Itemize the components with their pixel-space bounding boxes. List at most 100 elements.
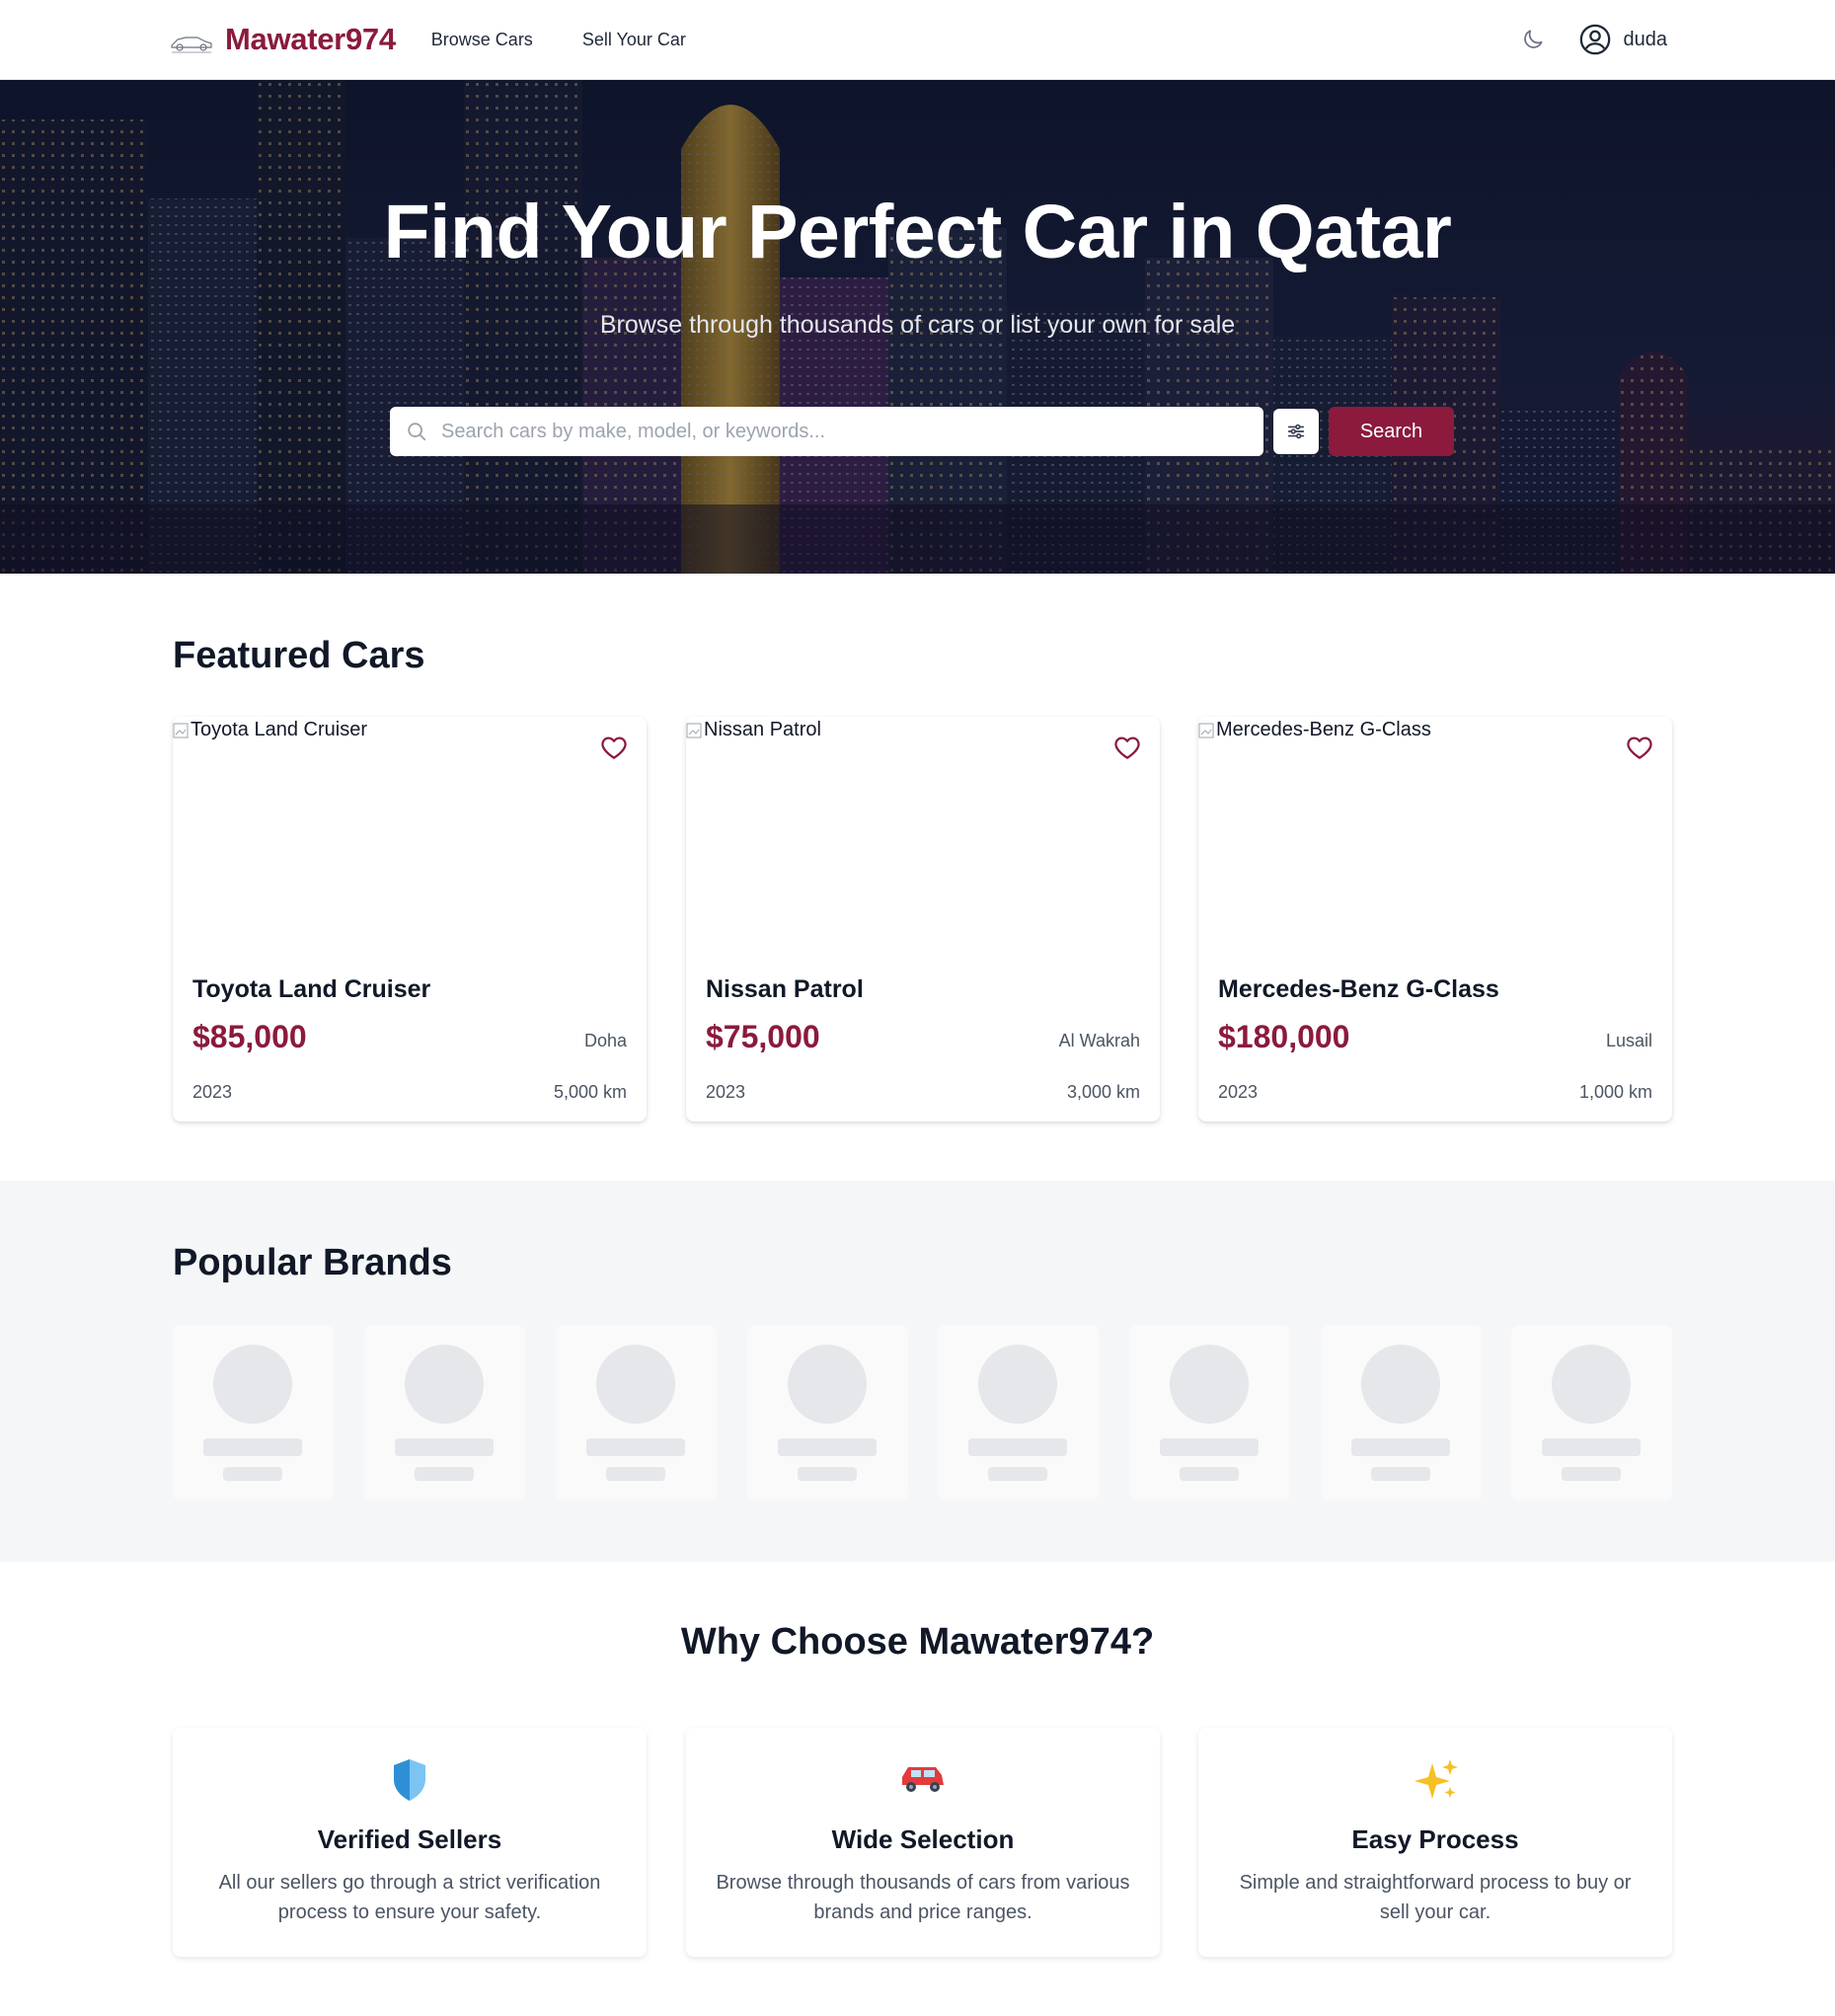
hero-search: Search: [390, 406, 1456, 457]
featured-cars-section: Featured Cars Toyota Land Cruiser Toyota…: [0, 574, 1835, 1181]
search-icon: [408, 423, 426, 441]
skeleton-line: [395, 1438, 494, 1456]
hero-title: Find Your Perfect Car in Qatar: [383, 190, 1452, 274]
sliders-icon: [1287, 424, 1305, 439]
main-nav: Browse Cars Sell Your Car: [431, 30, 686, 50]
car-image-alt: Toyota Land Cruiser: [173, 719, 367, 741]
car-card[interactable]: Mercedes-Benz G-Class Mercedes-Benz G-Cl…: [1198, 717, 1672, 1122]
brand-skeleton: [1511, 1325, 1672, 1501]
brand-name: Mawater974: [225, 22, 396, 56]
feature-icon: [686, 1757, 1160, 1807]
car-card[interactable]: Toyota Land Cruiser Toyota Land Cruiser …: [173, 717, 647, 1122]
car-price: $180,000: [1218, 1019, 1350, 1054]
user-circle-icon: [1579, 24, 1610, 55]
why-choose-section: Why Choose Mawater974? Verified Sellers …: [0, 1562, 1835, 2016]
car-image-alt: Mercedes-Benz G-Class: [1198, 719, 1431, 741]
why-choose-title: Why Choose Mawater974?: [680, 1621, 1155, 1663]
brand-skeleton: [1129, 1325, 1290, 1501]
skeleton-logo: [596, 1345, 675, 1424]
user-menu[interactable]: duda: [1578, 23, 1668, 56]
car-mileage: 1,000 km: [1578, 1082, 1652, 1102]
skeleton-logo: [788, 1345, 867, 1424]
car-year: 2023: [706, 1082, 746, 1102]
search-input[interactable]: [439, 419, 1233, 444]
skeleton-logo: [405, 1345, 484, 1424]
car-year: 2023: [1218, 1082, 1259, 1102]
car-mileage: 3,000 km: [1066, 1082, 1140, 1102]
car-year: 2023: [192, 1082, 233, 1102]
car-image: Mercedes-Benz G-Class: [1198, 717, 1672, 964]
feature-card: Easy Process Simple and straightforward …: [1198, 1728, 1672, 1957]
car-name: Toyota Land Cruiser: [192, 975, 431, 1003]
nav-sell-your-car[interactable]: Sell Your Car: [582, 30, 686, 50]
feature-card: Wide Selection Browse through thousands …: [686, 1728, 1160, 1957]
brand-skeleton: [938, 1325, 1099, 1501]
skeleton-line: [606, 1467, 665, 1481]
feature-title: Easy Process: [1351, 1824, 1519, 1854]
skeleton-logo: [213, 1345, 292, 1424]
skeleton-line: [968, 1438, 1067, 1456]
nav-browse-cars[interactable]: Browse Cars: [431, 30, 533, 50]
brand-skeleton: [747, 1325, 908, 1501]
broken-image-icon: [173, 723, 189, 737]
popular-brands-title: Popular Brands: [173, 1242, 452, 1283]
filter-button[interactable]: [1273, 409, 1319, 454]
skeleton-line: [1542, 1438, 1641, 1456]
heart-icon[interactable]: [599, 733, 629, 762]
skeleton-logo: [1170, 1345, 1249, 1424]
brand-link[interactable]: Mawater974: [168, 22, 396, 57]
skeleton-line: [988, 1467, 1047, 1481]
site-header: Mawater974 Browse Cars Sell Your Car dud…: [0, 0, 1835, 80]
feature-description: Simple and straightforward process to bu…: [1239, 1872, 1632, 1923]
heart-icon[interactable]: [1112, 733, 1142, 762]
skeleton-line: [415, 1467, 474, 1481]
brand-skeleton-grid: [173, 1325, 1672, 1503]
hero-content: Find Your Perfect Car in Qatar Browse th…: [0, 80, 1835, 574]
car-card[interactable]: Nissan Patrol Nissan Patrol $75,000 Al W…: [686, 717, 1160, 1122]
skeleton-line: [223, 1467, 282, 1481]
sparkles-icon: [1414, 1759, 1458, 1799]
skeleton-line: [1160, 1438, 1259, 1456]
car-price: $85,000: [192, 1019, 307, 1054]
car-icon: [902, 1767, 944, 1792]
skeleton-line: [778, 1438, 877, 1456]
shield-icon: [394, 1759, 425, 1801]
car-image: Toyota Land Cruiser: [173, 717, 647, 964]
car-name: Mercedes-Benz G-Class: [1218, 975, 1499, 1003]
brand-skeleton: [173, 1325, 334, 1501]
skeleton-line: [1351, 1438, 1450, 1456]
car-image: Nissan Patrol: [686, 717, 1160, 964]
featured-cars-title: Featured Cars: [173, 635, 425, 676]
hero-section: Find Your Perfect Car in Qatar Browse th…: [0, 80, 1835, 574]
moon-icon: [1523, 30, 1543, 48]
popular-brands-section: Popular Brands: [0, 1181, 1835, 1562]
feature-description: Browse through thousands of cars from va…: [716, 1872, 1130, 1923]
search-button[interactable]: Search: [1329, 407, 1454, 456]
skeleton-line: [1562, 1467, 1621, 1481]
skeleton-line: [798, 1467, 857, 1481]
header-actions: duda: [1517, 23, 1668, 56]
skeleton-line: [1180, 1467, 1239, 1481]
brand-skeleton: [1321, 1325, 1482, 1501]
car-location: Lusail: [1605, 1031, 1652, 1050]
featured-cars-list: Toyota Land Cruiser Toyota Land Cruiser …: [173, 717, 1672, 1124]
search-box[interactable]: [390, 407, 1263, 456]
theme-toggle-button[interactable]: [1517, 24, 1549, 55]
skeleton-logo: [1361, 1345, 1440, 1424]
car-image-alt-text: Toyota Land Cruiser: [191, 719, 367, 740]
skeleton-line: [1371, 1467, 1430, 1481]
features-list: Verified Sellers All our sellers go thro…: [173, 1728, 1672, 1965]
feature-icon: [1198, 1757, 1672, 1807]
feature-icon: [173, 1757, 647, 1807]
brand-skeleton: [364, 1325, 525, 1501]
hero-subtitle: Browse through thousands of cars or list…: [599, 311, 1236, 339]
car-mileage: 5,000 km: [553, 1082, 627, 1102]
car-location: Doha: [583, 1031, 627, 1050]
feature-title: Verified Sellers: [317, 1824, 502, 1854]
car-image-alt-text: Mercedes-Benz G-Class: [1216, 719, 1431, 740]
heart-icon[interactable]: [1625, 733, 1654, 762]
brand-logo-icon: [171, 37, 212, 53]
feature-description: All our sellers go through a strict veri…: [218, 1872, 601, 1923]
car-name: Nissan Patrol: [706, 975, 864, 1003]
user-name: duda: [1623, 28, 1668, 50]
